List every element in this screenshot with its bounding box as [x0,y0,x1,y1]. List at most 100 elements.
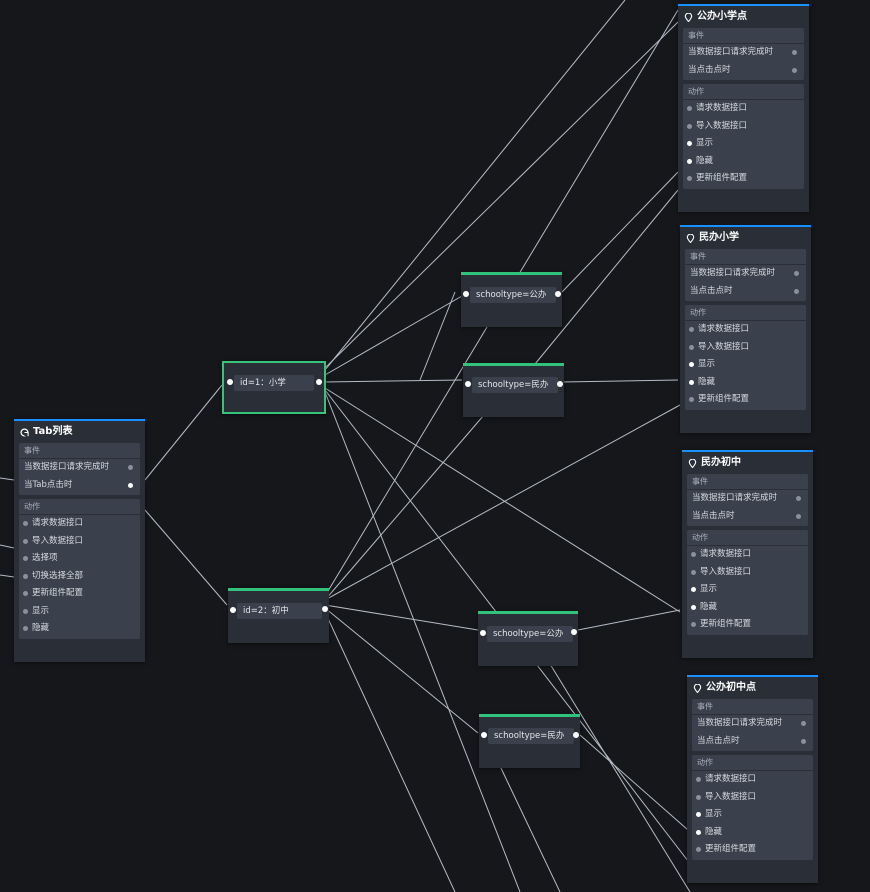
input-port[interactable] [696,777,701,782]
input-port[interactable] [23,556,28,561]
section-title: 事件 [683,28,804,44]
input-port[interactable] [230,607,236,613]
event-item[interactable]: 当点击点时 [685,283,806,301]
action-item[interactable]: 显示 [685,356,806,374]
event-item[interactable]: 当点击点时 [683,62,804,80]
output-port[interactable] [571,629,577,635]
event-item[interactable]: 当数据接口请求完成时 [685,265,806,283]
input-port[interactable] [687,176,692,181]
input-port[interactable] [689,344,694,350]
input-port[interactable] [480,630,486,636]
input-port[interactable] [689,362,694,367]
input-port[interactable] [696,829,701,835]
action-item[interactable]: 选择项 [19,550,140,568]
action-item[interactable]: 显示 [19,603,140,621]
input-port[interactable] [691,622,696,627]
action-item[interactable]: 隐藏 [687,599,808,617]
input-port[interactable] [687,158,692,164]
action-item[interactable]: 隐藏 [692,824,813,842]
input-port[interactable] [23,538,28,544]
input-port[interactable] [465,381,471,387]
action-item[interactable]: 导入数据接口 [692,789,813,807]
action-item[interactable]: 导入数据接口 [683,118,804,136]
target-node-private-primary[interactable]: 民办小学 事件 当数据接口请求完成时 当点击点时 动作 请求数据接口 导入数据接… [680,225,811,433]
action-item[interactable]: 更新组件配置 [685,391,806,409]
action-item[interactable]: 导入数据接口 [19,533,140,551]
event-item[interactable]: 当数据接口请求完成时 [687,490,808,508]
input-port[interactable] [689,327,694,332]
action-item[interactable]: 请求数据接口 [683,100,804,118]
input-port[interactable] [23,626,28,631]
input-port[interactable] [696,847,701,852]
event-item[interactable]: 当数据接口请求完成时 [683,44,804,62]
event-item[interactable]: 当Tab点击时 [19,477,140,495]
action-item[interactable]: 隐藏 [685,374,806,392]
input-port[interactable] [23,573,28,579]
event-item[interactable]: 当数据接口请求完成时 [692,715,813,733]
output-port[interactable] [322,606,328,612]
condition-node-primary[interactable]: id=1：小学 [222,361,326,414]
action-item[interactable]: 切换选择全部 [19,568,140,586]
action-item[interactable]: 导入数据接口 [685,339,806,357]
input-port[interactable] [696,794,701,800]
action-item[interactable]: 请求数据接口 [692,771,813,789]
action-item[interactable]: 更新组件配置 [687,616,808,634]
action-item[interactable]: 导入数据接口 [687,564,808,582]
output-port[interactable] [128,482,133,488]
input-port[interactable] [687,141,692,146]
action-item[interactable]: 隐藏 [683,153,804,171]
output-port[interactable] [316,379,322,385]
input-port[interactable] [23,608,28,614]
input-port[interactable] [689,379,694,385]
action-item[interactable]: 请求数据接口 [19,515,140,533]
tab-list-node[interactable]: Tab列表 事件 当数据接口请求完成时 当Tab点击时 动作 请求数据接口 导入… [14,419,145,662]
output-port[interactable] [792,67,797,73]
event-item[interactable]: 当点击点时 [692,733,813,751]
input-port[interactable] [687,123,692,129]
event-item[interactable]: 当数据接口请求完成时 [19,459,140,477]
condition-node-private-middle[interactable]: schooltype=民办 [479,714,580,768]
input-port[interactable] [687,106,692,111]
input-port[interactable] [23,521,28,526]
input-port[interactable] [23,591,28,596]
section-title: 事件 [19,443,140,459]
output-port[interactable] [796,496,801,501]
output-port[interactable] [573,732,579,738]
action-item[interactable]: 更新组件配置 [683,170,804,188]
input-port[interactable] [691,552,696,557]
target-node-public-middle[interactable]: 公办初中点 事件 当数据接口请求完成时 当点击点时 动作 请求数据接口 导入数据… [687,675,818,883]
output-port[interactable] [801,721,806,726]
output-port[interactable] [796,513,801,519]
input-port[interactable] [691,587,696,592]
action-item[interactable]: 显示 [683,135,804,153]
input-port[interactable] [696,812,701,817]
output-port[interactable] [794,271,799,276]
input-port[interactable] [691,604,696,610]
action-item[interactable]: 请求数据接口 [685,321,806,339]
input-port[interactable] [691,569,696,575]
action-item[interactable]: 隐藏 [19,620,140,638]
target-node-header: 民办初中 [682,452,813,474]
input-port[interactable] [481,732,487,738]
condition-node-public-primary[interactable]: schooltype=公办 [461,272,562,327]
action-item[interactable]: 更新组件配置 [692,841,813,859]
condition-node-middle[interactable]: id=2：初中 [228,588,329,643]
input-port[interactable] [463,291,469,297]
condition-node-public-middle[interactable]: schooltype=公办 [478,611,578,666]
output-port[interactable] [792,50,797,55]
action-item[interactable]: 显示 [692,806,813,824]
input-port[interactable] [689,397,694,402]
event-item[interactable]: 当点击点时 [687,508,808,526]
input-port[interactable] [227,379,233,385]
output-port[interactable] [794,288,799,294]
action-item[interactable]: 更新组件配置 [19,585,140,603]
action-item[interactable]: 显示 [687,581,808,599]
action-item[interactable]: 请求数据接口 [687,546,808,564]
output-port[interactable] [801,738,806,744]
output-port[interactable] [555,291,561,297]
condition-node-private-primary[interactable]: schooltype=民办 [463,363,564,417]
output-port[interactable] [557,381,563,387]
target-node-public-primary[interactable]: 公办小学点 事件 当数据接口请求完成时 当点击点时 动作 请求数据接口 导入数据… [678,4,809,212]
output-port[interactable] [128,465,133,470]
target-node-private-middle[interactable]: 民办初中 事件 当数据接口请求完成时 当点击点时 动作 请求数据接口 导入数据接… [682,450,813,658]
